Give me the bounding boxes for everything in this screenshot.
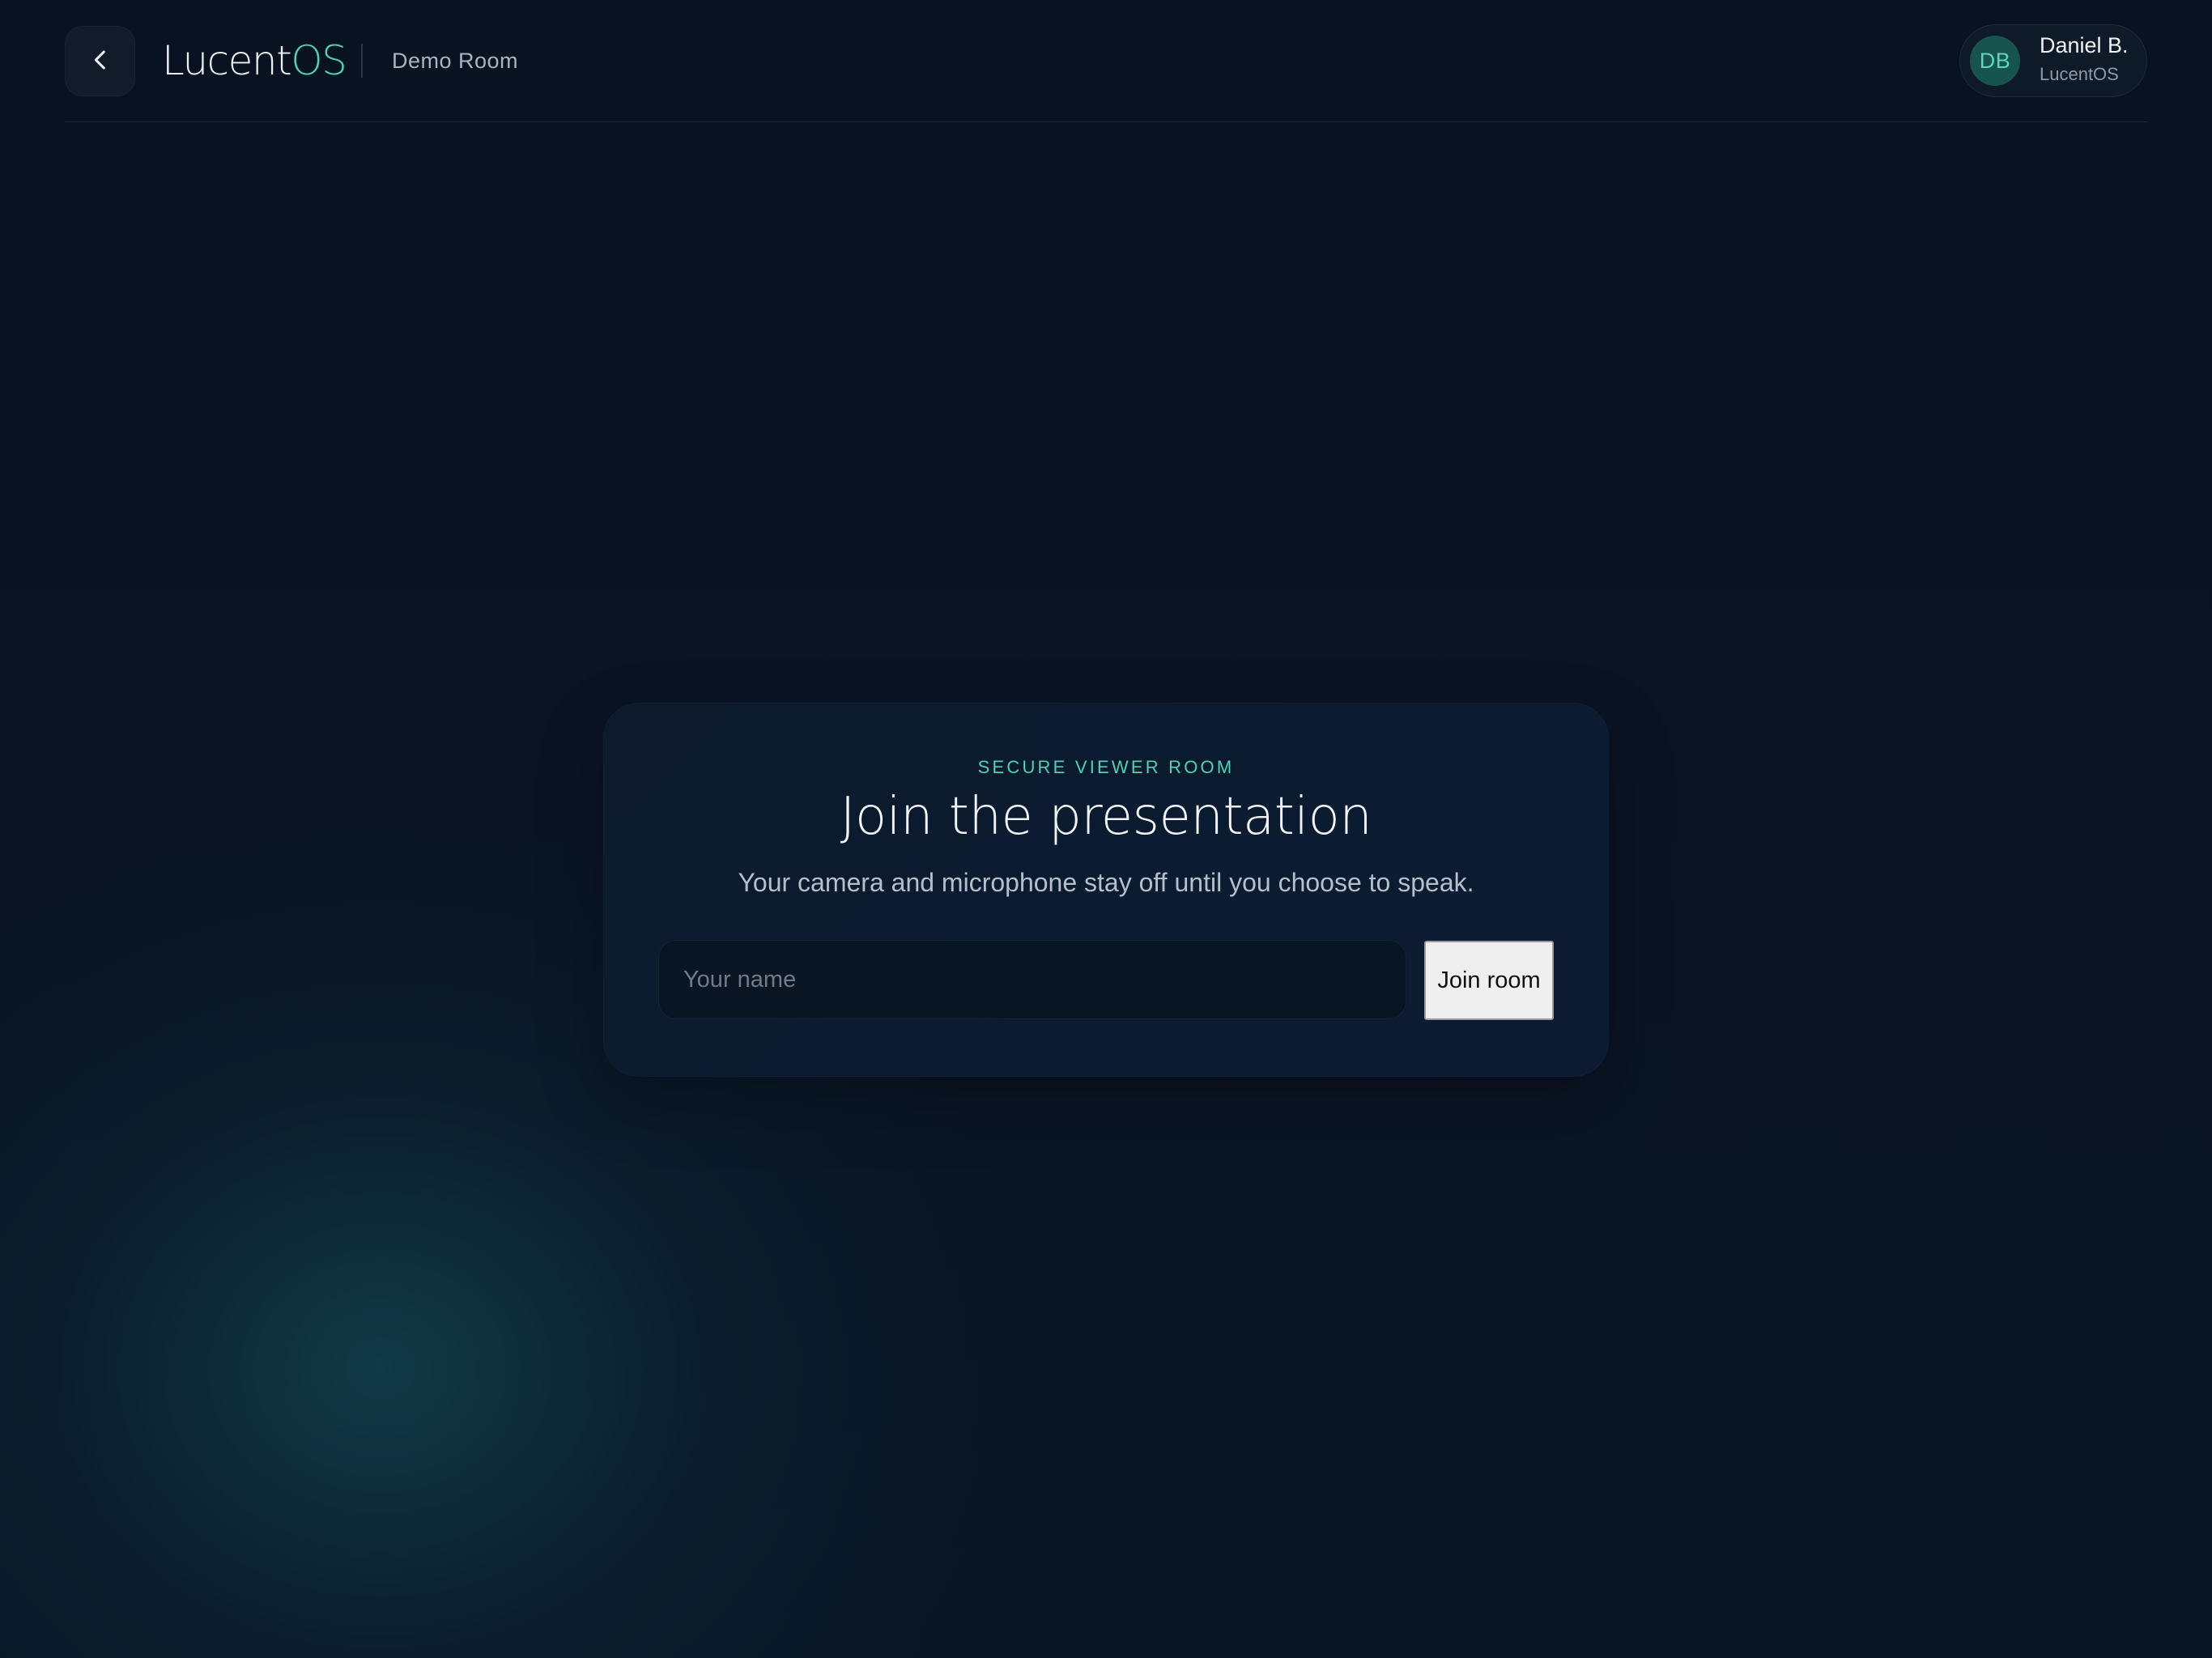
card-subtitle: Your camera and microphone stay off unti… — [738, 868, 1474, 897]
top-bar: Lucent OS Demo Room DB Daniel B. LucentOS — [65, 24, 2147, 121]
user-name: Daniel B. — [2040, 33, 2129, 57]
back-button[interactable] — [65, 26, 135, 96]
avatar: DB — [1970, 36, 2020, 86]
card-title: Join the presentation — [840, 787, 1372, 847]
user-organization: LucentOS — [2040, 64, 2119, 84]
room-name: Demo Room — [392, 48, 519, 73]
join-card: SECURE VIEWER ROOM Join the presentation… — [603, 703, 1609, 1077]
join-room-button[interactable]: Join room — [1424, 941, 1554, 1020]
user-profile-chip[interactable]: DB Daniel B. LucentOS — [1959, 24, 2147, 97]
brand-name: Lucent — [162, 37, 292, 84]
brand-divider — [361, 44, 363, 78]
card-eyebrow: SECURE VIEWER ROOM — [977, 757, 1235, 777]
brand-logo: Lucent OS — [162, 24, 347, 97]
header-divider — [65, 121, 2147, 122]
brand-suffix: OS — [291, 37, 347, 84]
name-input[interactable] — [658, 940, 1406, 1019]
chevron-left-icon — [87, 46, 114, 77]
